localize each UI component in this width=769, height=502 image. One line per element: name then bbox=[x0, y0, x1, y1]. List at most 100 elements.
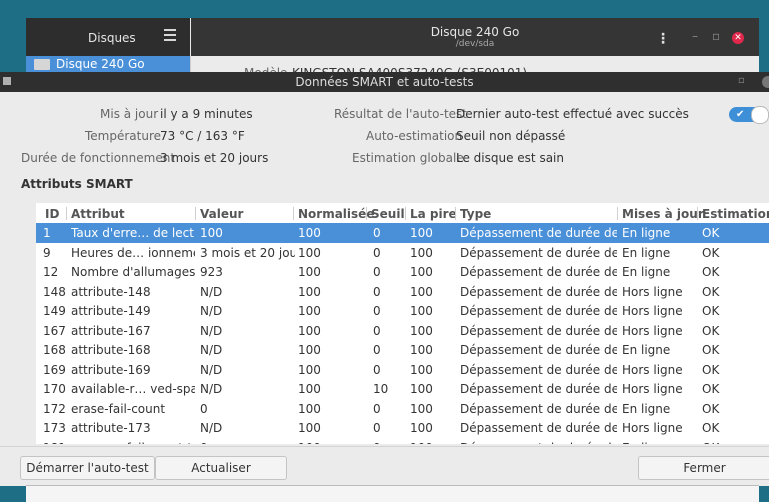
cell-worst: 100 bbox=[410, 284, 433, 299]
self-assessment-label: Auto-estimation bbox=[366, 129, 463, 143]
cell-type: Dépassement de durée de vie bbox=[460, 401, 617, 416]
cell-id: 169 bbox=[43, 362, 66, 377]
maximize-icon[interactable]: ▫ bbox=[712, 29, 720, 43]
cell-id: 1 bbox=[43, 226, 51, 240]
cell-type: Dépassement de durée de vie bbox=[460, 304, 617, 318]
cell-norm: 100 bbox=[298, 265, 321, 279]
cell-type: Dépassement de durée de vie bbox=[460, 362, 617, 377]
dialog-footer: Démarrer l'auto-test Actualiser Fermer bbox=[0, 446, 769, 486]
cell-attr: attribute-148 bbox=[71, 284, 151, 299]
start-selftest-button[interactable]: Démarrer l'auto-test bbox=[20, 456, 155, 480]
cell-id: 12 bbox=[43, 265, 59, 279]
disk-header: Disque 240 Go /dev/sda ⋮ – ▫ ✕ bbox=[191, 18, 759, 56]
cell-type: Dépassement de durée de vie bbox=[460, 323, 617, 338]
column-separator bbox=[455, 207, 456, 220]
cell-norm: 100 bbox=[298, 245, 321, 260]
uptime-label: Durée de fonctionnement bbox=[21, 151, 176, 165]
table-row[interactable]: 9Heures de… ionnement3 mois et 20 jours1… bbox=[36, 243, 769, 263]
column-header-normalized[interactable]: Normalisée bbox=[298, 207, 374, 221]
cell-worst: 100 bbox=[410, 245, 433, 260]
column-header-worst[interactable]: La pire bbox=[410, 207, 457, 221]
column-header-value[interactable]: Valeur bbox=[200, 207, 243, 221]
cell-id: 181 bbox=[43, 441, 67, 445]
cell-id: 9 bbox=[43, 245, 51, 260]
cell-norm: 100 bbox=[298, 362, 321, 377]
cell-value: 100 bbox=[200, 226, 223, 240]
cell-thresh: 0 bbox=[373, 421, 381, 435]
window-close-icon[interactable]: ✕ bbox=[732, 32, 744, 44]
cell-value: N/D bbox=[200, 304, 223, 318]
cell-id: 167 bbox=[43, 323, 66, 338]
attributes-heading: Attributs SMART bbox=[21, 177, 133, 191]
table-row[interactable]: 170 available-r… ved-space N/D 100 10 100 Dépa… bbox=[36, 379, 769, 399]
maximize-icon[interactable]: ▫ bbox=[738, 75, 745, 86]
cell-attr: attribute-173 bbox=[71, 421, 151, 435]
cell-norm: 100 bbox=[298, 226, 321, 240]
cell-id: 168 bbox=[43, 343, 66, 357]
column-header-threshold[interactable]: Seuil bbox=[371, 207, 405, 221]
cell-updates: Hors ligne bbox=[622, 284, 683, 299]
refresh-button[interactable]: Actualiser bbox=[155, 456, 287, 480]
cell-assess: OK bbox=[702, 304, 720, 318]
cell-attr: Taux d'erre… de lecture bbox=[71, 226, 195, 240]
cell-value: N/D bbox=[200, 343, 223, 357]
table-row[interactable]: 148 attribute-148 N/D 100 0 100 Dépassement de… bbox=[36, 282, 769, 302]
column-header-assessment[interactable]: Estimation bbox=[702, 207, 769, 221]
cell-value: N/D bbox=[200, 284, 223, 299]
cell-value: 3 mois et 20 jours bbox=[200, 245, 295, 260]
column-separator bbox=[195, 207, 196, 220]
column-header-id[interactable]: ID bbox=[45, 207, 59, 221]
cell-assess: OK bbox=[702, 323, 720, 338]
cell-worst: 100 bbox=[410, 265, 433, 279]
cell-worst: 100 bbox=[410, 401, 433, 416]
cell-value: 923 bbox=[200, 265, 223, 279]
cell-updates: Hors ligne bbox=[622, 323, 683, 338]
check-icon: ✔ bbox=[736, 109, 745, 120]
table-row[interactable]: 149 attribute-149 N/D 100 0 100 Dépassement de… bbox=[36, 301, 769, 321]
cell-updates: Hors ligne bbox=[622, 421, 683, 435]
table-row[interactable]: 12 Nombre d'allumages 923 100 0 100 Dépassemen… bbox=[36, 262, 769, 282]
disks-sidebar-title: Disques bbox=[88, 31, 136, 45]
overall-assessment-label: Estimation globale bbox=[352, 151, 464, 165]
minimize-icon[interactable]: – bbox=[692, 29, 698, 43]
dialog-close-icon[interactable] bbox=[762, 76, 769, 88]
table-row[interactable]: 173 attribute-173 N/D 100 0 100 Dépassement de… bbox=[36, 418, 769, 438]
column-header-type[interactable]: Type bbox=[460, 207, 491, 221]
table-row[interactable]: 167 attribute-167 N/D 100 0 100 Dépassement de… bbox=[36, 321, 769, 341]
close-button[interactable]: Fermer bbox=[638, 456, 769, 480]
kebab-menu-icon[interactable]: ⋮ bbox=[656, 31, 670, 47]
sidebar-item-disk-240[interactable]: Disque 240 Go bbox=[26, 56, 190, 72]
cell-thresh: 0 bbox=[373, 226, 381, 240]
smart-attributes-table: ID Attribut Valeur Normalisée Seuil La p… bbox=[36, 203, 769, 444]
cell-attr: Nombre d'allumages bbox=[71, 265, 195, 279]
updated-value: il y a 9 minutes bbox=[160, 107, 253, 121]
table-row[interactable]: 172 erase-fail-count 0 100 0 100 Dépassement d… bbox=[36, 399, 769, 419]
disk-header-subtitle: /dev/sda bbox=[455, 39, 495, 49]
cell-worst: 100 bbox=[410, 226, 433, 240]
column-separator bbox=[66, 207, 67, 220]
cell-thresh: 0 bbox=[373, 441, 405, 445]
cell-attr: erase-fail-count bbox=[71, 401, 166, 416]
cell-id: 149 bbox=[43, 304, 66, 318]
column-separator bbox=[697, 207, 698, 220]
cell-type: Dépassement de durée de vie bbox=[460, 265, 617, 279]
table-row[interactable]: 169 attribute-169 N/D 100 0 100 Dépassement de… bbox=[36, 360, 769, 380]
cell-value: 0 bbox=[200, 401, 208, 416]
column-separator bbox=[405, 207, 406, 220]
cell-worst: 100 bbox=[410, 441, 455, 445]
smart-enable-toggle[interactable]: ✔ bbox=[729, 106, 769, 124]
table-row[interactable]: 168 attribute-168 N/D 100 0 100 Dépassement de… bbox=[36, 340, 769, 360]
cell-worst: 100 bbox=[410, 421, 433, 435]
table-row[interactable]: 1 Taux d'erre… de lecture 100 100 0 100 Dépass… bbox=[36, 223, 769, 243]
cell-assess: OK bbox=[702, 441, 762, 445]
cell-attr: available-r… ved-space bbox=[71, 382, 195, 396]
hamburger-menu-icon[interactable] bbox=[164, 29, 176, 44]
column-header-updates[interactable]: Mises à jour bbox=[622, 207, 704, 221]
dialog-title: Données SMART et auto-tests bbox=[295, 75, 474, 89]
cell-value: N/D bbox=[200, 382, 223, 396]
cell-updates: En ligne bbox=[622, 343, 671, 357]
toggle-knob bbox=[751, 106, 769, 124]
cell-norm: 100 bbox=[298, 441, 366, 445]
column-header-attribute[interactable]: Attribut bbox=[71, 207, 125, 221]
table-row[interactable]: 181program-fail-count-total01000100Dépas… bbox=[36, 438, 769, 445]
